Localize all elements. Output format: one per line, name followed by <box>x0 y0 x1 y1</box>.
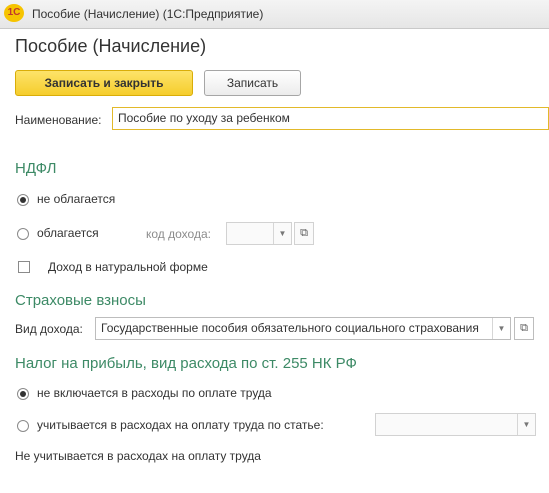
chevron-down-icon[interactable]: ▼ <box>273 223 291 244</box>
name-input[interactable]: Пособие по уходу за ребенком <box>112 107 549 130</box>
window-title: Пособие (Начисление) (1С:Предприятие) <box>32 7 264 21</box>
ndfl-not-taxed-label[interactable]: не облагается <box>37 192 115 206</box>
income-type-select[interactable]: Государственные пособия обязательного со… <box>95 317 511 340</box>
chevron-down-icon[interactable]: ▼ <box>517 414 535 435</box>
app-logo-icon: 1С <box>4 4 24 22</box>
ndfl-taxed-label[interactable]: облагается <box>37 226 99 240</box>
ndfl-section-title: НДФЛ <box>15 160 57 177</box>
income-code-select[interactable]: ▼ <box>226 222 292 245</box>
title-bar: 1С Пособие (Начисление) (1С:Предприятие) <box>0 0 549 29</box>
page-title: Пособие (Начисление) <box>15 36 207 56</box>
expense-article-select[interactable]: ▼ <box>375 413 536 436</box>
profit-included-label[interactable]: учитывается в расходах на оплату труда п… <box>37 418 324 432</box>
chevron-down-icon[interactable]: ▼ <box>492 318 510 339</box>
save-and-close-button[interactable]: Записать и закрыть <box>15 70 193 96</box>
open-form-icon[interactable]: ⧉ <box>514 317 534 340</box>
profit-included-radio[interactable] <box>17 420 29 432</box>
income-type-value: Государственные пособия обязательного со… <box>101 321 479 335</box>
open-form-icon[interactable]: ⧉ <box>294 222 314 245</box>
in-kind-income-checkbox[interactable] <box>18 261 30 273</box>
income-code-label: код дохода: <box>146 227 211 241</box>
profit-not-included-label[interactable]: не включается в расходы по оплате труда <box>37 386 272 400</box>
profit-tax-note: Не учитывается в расходах на оплату труд… <box>15 449 261 463</box>
profit-tax-section-title: Налог на прибыль, вид расхода по ст. 255… <box>15 355 357 372</box>
insurance-section-title: Страховые взносы <box>15 292 146 309</box>
ndfl-not-taxed-radio[interactable] <box>17 194 29 206</box>
name-label: Наименование: <box>15 113 102 127</box>
in-kind-income-label[interactable]: Доход в натуральной форме <box>48 260 208 274</box>
income-type-label: Вид дохода: <box>15 322 83 336</box>
ndfl-taxed-radio[interactable] <box>17 228 29 240</box>
save-button[interactable]: Записать <box>204 70 301 96</box>
profit-not-included-radio[interactable] <box>17 388 29 400</box>
